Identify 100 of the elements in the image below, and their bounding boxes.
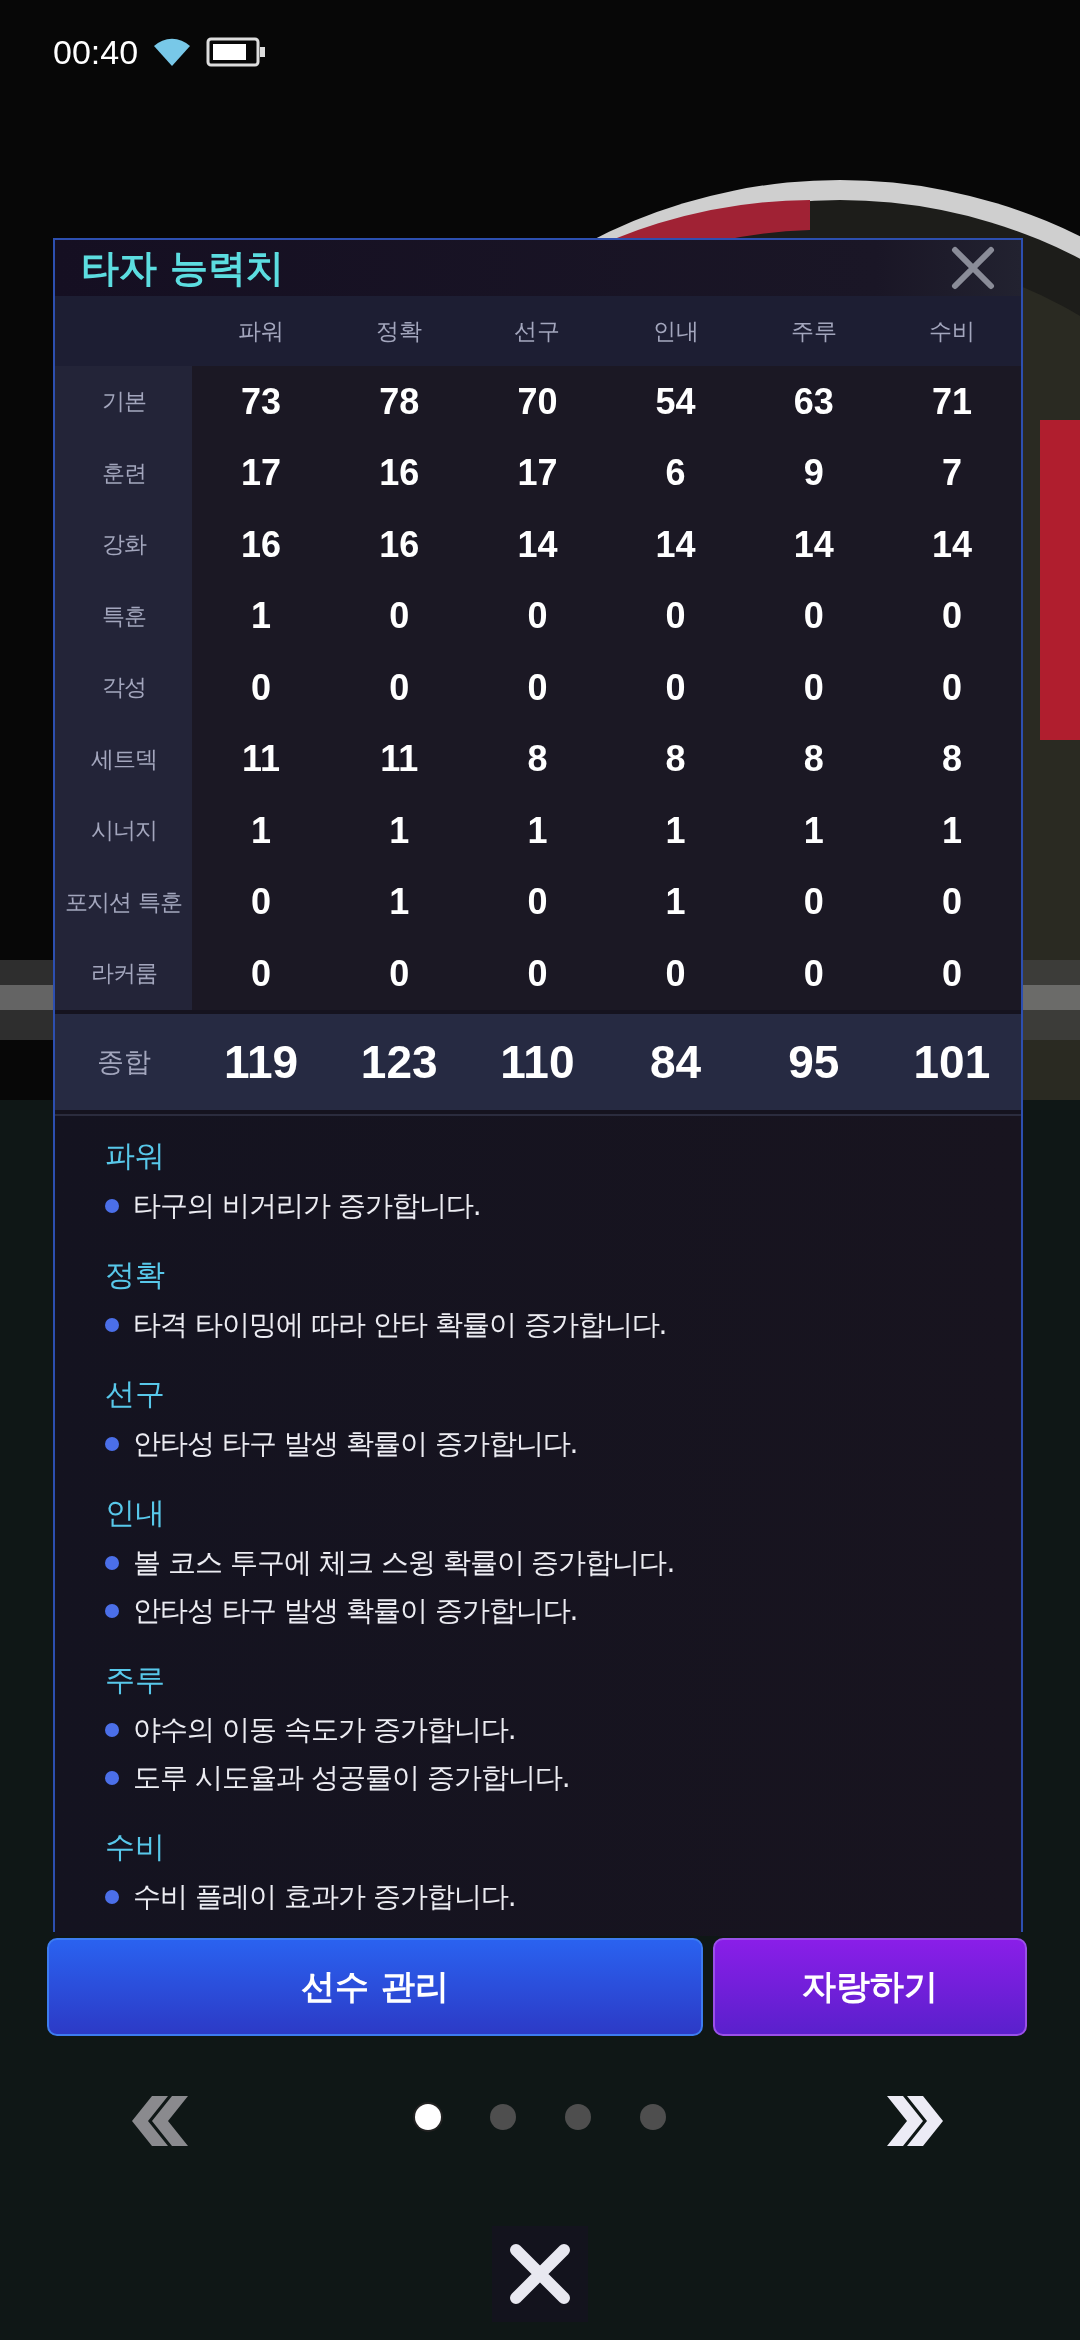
stat-value: 0 xyxy=(251,881,272,924)
stat-value: 14 xyxy=(517,523,558,566)
row-label: 라커룸 xyxy=(90,959,157,989)
stat-heading: 정확 xyxy=(105,1255,166,1294)
stat-value: 0 xyxy=(803,881,824,924)
stat-value: 78 xyxy=(379,380,420,423)
stat-description: 볼 코스 투구에 체크 스윙 확률이 증가합니다. xyxy=(133,1544,675,1581)
row-label: 기본 xyxy=(101,387,146,417)
stat-description: 안타성 타구 발생 확률이 증가합니다. xyxy=(133,1592,578,1629)
stat-heading: 주루 xyxy=(105,1660,166,1699)
bullet-icon xyxy=(105,1603,119,1618)
stat-value: 73 xyxy=(241,380,282,423)
stat-value: 0 xyxy=(665,952,686,995)
stat-value: 0 xyxy=(803,595,824,638)
stat-value: 1 xyxy=(251,595,272,638)
total-value: 84 xyxy=(650,1034,702,1089)
stat-value: 0 xyxy=(527,952,548,995)
stat-value: 0 xyxy=(941,952,962,995)
stat-value: 1 xyxy=(665,809,686,852)
stat-value: 0 xyxy=(389,952,410,995)
stat-value: 11 xyxy=(242,738,281,781)
stat-value: 8 xyxy=(527,738,548,781)
stat-value: 6 xyxy=(665,452,686,495)
total-label: 종합 xyxy=(96,1044,151,1079)
stat-value: 8 xyxy=(803,738,824,781)
bullet-icon xyxy=(105,1722,119,1737)
bullet-icon xyxy=(105,1436,119,1451)
page-dot[interactable] xyxy=(415,2104,441,2130)
row-label: 강화 xyxy=(101,530,146,560)
stat-value: 14 xyxy=(655,523,696,566)
share-button[interactable]: 자랑하기 xyxy=(713,1938,1027,2036)
stat-value: 0 xyxy=(389,666,410,709)
wifi-icon xyxy=(152,36,193,68)
clock-time: 00:40 xyxy=(53,32,139,72)
stat-value: 14 xyxy=(793,523,834,566)
close-icon xyxy=(508,2242,572,2306)
page-dot[interactable] xyxy=(640,2104,666,2130)
stat-value: 16 xyxy=(241,523,282,566)
next-page-icon[interactable] xyxy=(885,2096,945,2146)
page-dot[interactable] xyxy=(490,2104,516,2130)
stat-value: 0 xyxy=(803,666,824,709)
stat-value: 70 xyxy=(517,380,558,423)
column-header: 주루 xyxy=(790,316,837,346)
stat-heading: 수비 xyxy=(105,1827,166,1866)
stat-value: 0 xyxy=(527,595,548,638)
stat-value: 0 xyxy=(941,881,962,924)
column-header: 인내 xyxy=(652,316,699,346)
stat-value: 1 xyxy=(527,809,548,852)
total-value: 101 xyxy=(913,1034,991,1089)
column-header: 정확 xyxy=(376,316,423,346)
stat-value: 0 xyxy=(941,595,962,638)
stat-heading: 인내 xyxy=(105,1493,166,1532)
bullet-icon xyxy=(105,1317,119,1332)
column-header: 선구 xyxy=(514,316,561,346)
page-dot[interactable] xyxy=(565,2104,591,2130)
stat-heading: 선구 xyxy=(105,1374,166,1413)
stat-heading: 파워 xyxy=(105,1136,166,1175)
row-label: 시너지 xyxy=(90,816,157,846)
stat-value: 16 xyxy=(379,452,420,495)
manage-button[interactable]: 선수 관리 xyxy=(47,1938,703,2036)
stat-value: 17 xyxy=(241,452,282,495)
stat-value: 1 xyxy=(251,809,272,852)
stat-value: 8 xyxy=(665,738,686,781)
stat-value: 0 xyxy=(665,666,686,709)
stat-value: 71 xyxy=(931,380,972,423)
row-label: 특훈 xyxy=(101,601,146,631)
row-label: 각성 xyxy=(101,673,146,703)
battery-icon xyxy=(206,37,267,67)
row-label: 포지션 특훈 xyxy=(65,887,182,917)
panel-title: 타자 능력치 xyxy=(81,244,285,292)
stat-description: 타격 타이밍에 따라 안타 확률이 증가합니다. xyxy=(133,1306,667,1343)
row-label: 훈련 xyxy=(101,458,146,488)
close-button[interactable] xyxy=(492,2226,588,2322)
stat-value: 1 xyxy=(803,809,824,852)
stat-value: 16 xyxy=(379,523,420,566)
stat-value: 1 xyxy=(389,881,410,924)
row-label: 세트덱 xyxy=(90,744,157,774)
stat-value: 0 xyxy=(665,595,686,638)
stat-value: 1 xyxy=(389,809,410,852)
stat-value: 11 xyxy=(380,738,419,781)
bullet-icon xyxy=(105,1555,119,1570)
stat-value: 17 xyxy=(517,452,558,495)
stat-value: 14 xyxy=(931,523,972,566)
bullet-icon xyxy=(105,1198,119,1213)
total-value: 119 xyxy=(223,1034,299,1089)
stat-value: 54 xyxy=(655,380,696,423)
total-value: 95 xyxy=(788,1034,840,1089)
stat-value: 0 xyxy=(803,952,824,995)
stat-value: 0 xyxy=(251,666,272,709)
stat-description: 타구의 비거리가 증가합니다. xyxy=(133,1187,481,1224)
stat-value: 0 xyxy=(527,881,548,924)
stat-description: 도루 시도율과 성공률이 증가합니다. xyxy=(133,1759,570,1796)
stat-value: 8 xyxy=(941,738,962,781)
stat-value: 0 xyxy=(941,666,962,709)
stat-value: 9 xyxy=(803,452,824,495)
total-value: 110 xyxy=(500,1034,575,1089)
bullet-icon xyxy=(105,1889,119,1904)
close-icon xyxy=(951,246,995,290)
column-header: 파워 xyxy=(238,316,285,346)
stat-description: 야수의 이동 속도가 증가합니다. xyxy=(133,1711,516,1748)
